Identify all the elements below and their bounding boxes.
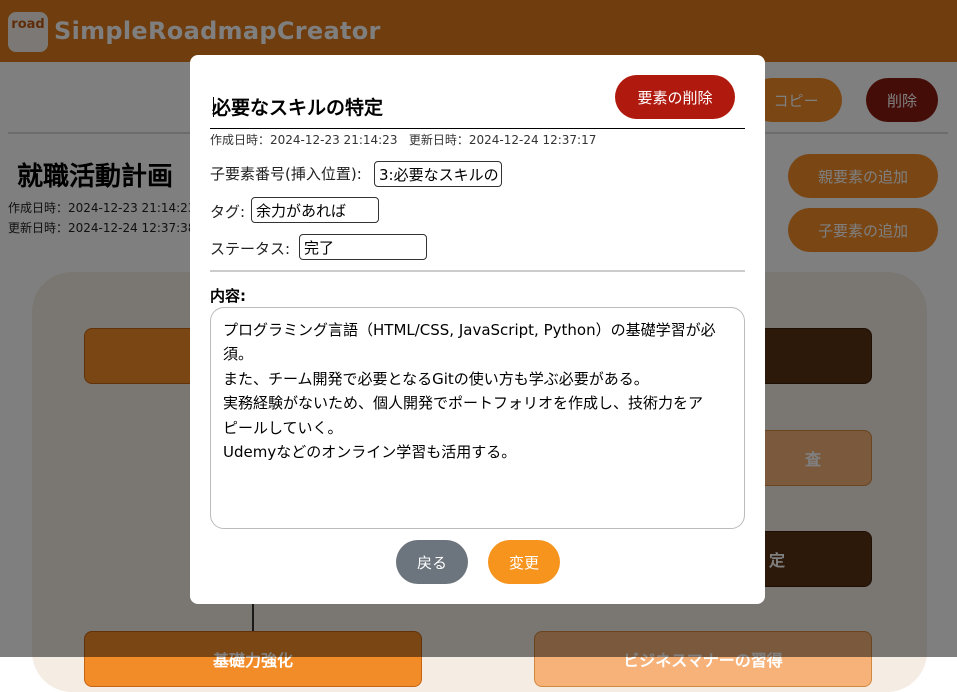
content-line: プログラミング言語（HTML/CSS, JavaScript, Python）の… (223, 321, 716, 339)
content-textarea[interactable]: プログラミング言語（HTML/CSS, JavaScript, Python）の… (210, 307, 745, 529)
title-underline (210, 128, 745, 129)
content-line: Udemyなどのオンライン学習も活用する。 (223, 443, 517, 462)
child-index-label: 子要素番号(挿入位置): (210, 165, 362, 183)
tag-input[interactable]: 余力があれば (251, 197, 379, 223)
tag-label: タグ: (210, 203, 246, 221)
delete-element-button[interactable]: 要素の削除 (615, 75, 735, 119)
element-title[interactable]: 必要なスキルの特定 (212, 93, 383, 120)
child-index-input[interactable]: 3:必要なスキルの (374, 161, 502, 187)
text-caret (213, 97, 214, 117)
status-input[interactable]: 完了 (299, 234, 427, 260)
content-line: 実務経験がないため、個人開発でポートフォリオを作成し、技術力をア (223, 394, 704, 413)
back-button[interactable]: 戻る (396, 540, 468, 584)
content-line: 須。 (223, 345, 254, 364)
change-button[interactable]: 変更 (488, 540, 560, 584)
section-divider (210, 270, 745, 272)
content-line: ピールしていく。 (223, 418, 343, 437)
edit-element-modal: 必要なスキルの特定 要素の削除 作成日時：2024-12-23 21:14:23… (190, 55, 765, 604)
content-line: また、チーム開発で必要となるGitの使い方も学ぶ必要がある。 (223, 369, 649, 388)
status-label: ステータス: (210, 240, 291, 258)
content-label: 内容: (210, 287, 246, 305)
element-timestamps: 作成日時：2024-12-23 21:14:23 更新日時：2024-12-24… (210, 133, 597, 147)
